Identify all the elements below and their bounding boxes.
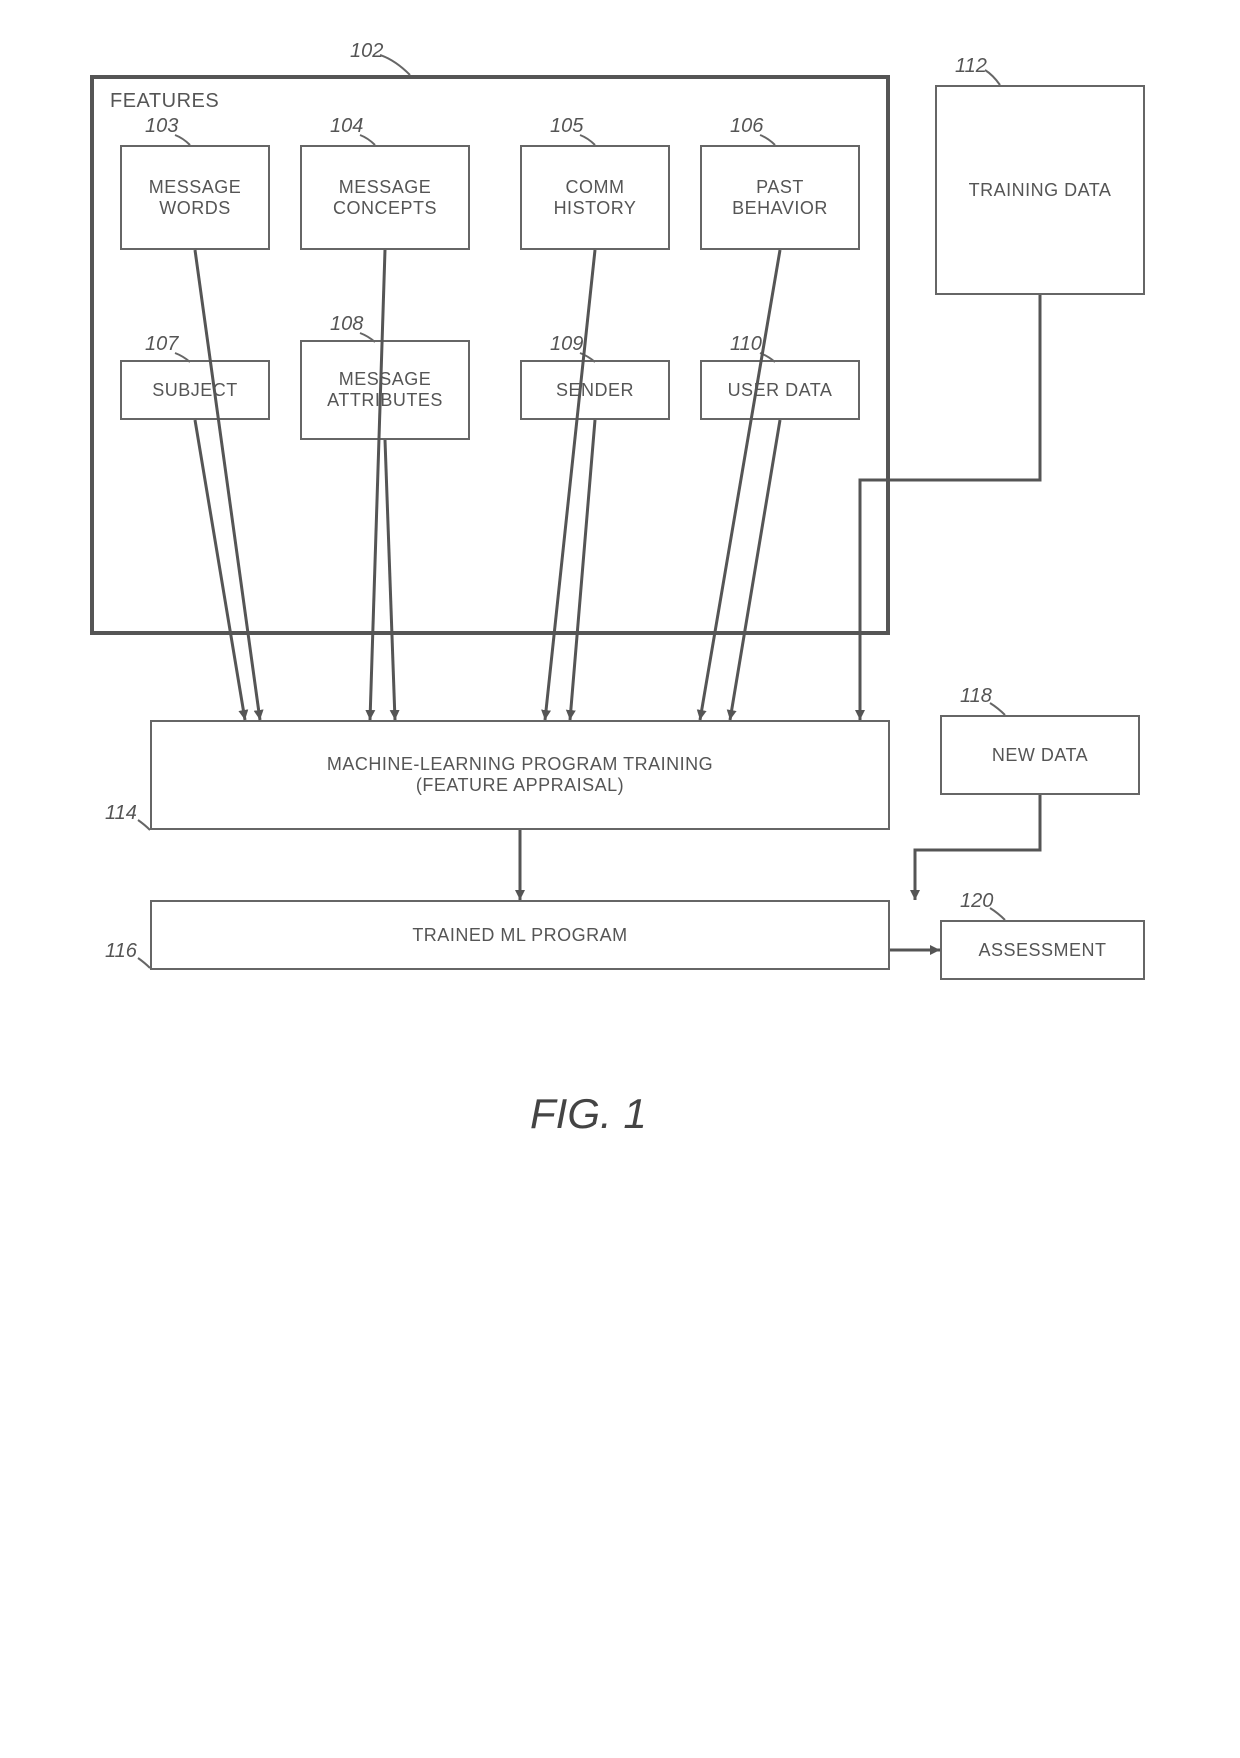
user-data-box: USER DATA — [700, 360, 860, 420]
leader-116 — [138, 958, 150, 968]
ref-118: 118 — [960, 685, 992, 708]
leader-114 — [138, 820, 150, 830]
message-words-text: MESSAGE WORDS — [126, 177, 264, 219]
arrow-newdata-trained — [915, 795, 1040, 900]
leader-102 — [380, 55, 410, 75]
ml-training-line2: (FEATURE APPRAISAL) — [416, 775, 624, 796]
comm-history-box: COMM HISTORY — [520, 145, 670, 250]
ml-training-box: MACHINE-LEARNING PROGRAM TRAINING (FEATU… — [150, 720, 890, 830]
message-attributes-box: MESSAGE ATTRIBUTES — [300, 340, 470, 440]
ref-109: 109 — [550, 333, 583, 356]
ref-120: 120 — [960, 890, 993, 913]
comm-history-text: COMM HISTORY — [526, 177, 664, 219]
message-attributes-text: MESSAGE ATTRIBUTES — [306, 369, 464, 411]
ml-training-line1: MACHINE-LEARNING PROGRAM TRAINING — [327, 754, 713, 775]
training-data-box: TRAINING DATA — [935, 85, 1145, 295]
sender-box: SENDER — [520, 360, 670, 420]
ref-105: 105 — [550, 115, 583, 138]
trained-ml-text: TRAINED ML PROGRAM — [412, 925, 627, 946]
assessment-box: ASSESSMENT — [940, 920, 1145, 980]
ref-104: 104 — [330, 115, 363, 138]
message-words-box: MESSAGE WORDS — [120, 145, 270, 250]
trained-ml-box: TRAINED ML PROGRAM — [150, 900, 890, 970]
message-concepts-box: MESSAGE CONCEPTS — [300, 145, 470, 250]
ref-103: 103 — [145, 115, 178, 138]
features-title: FEATURES — [110, 90, 219, 113]
subject-box: SUBJECT — [120, 360, 270, 420]
new-data-box: NEW DATA — [940, 715, 1140, 795]
user-data-text: USER DATA — [728, 380, 833, 401]
new-data-text: NEW DATA — [992, 745, 1088, 766]
ref-106: 106 — [730, 115, 763, 138]
ref-102: 102 — [350, 40, 383, 63]
subject-text: SUBJECT — [152, 380, 238, 401]
ref-108: 108 — [330, 313, 363, 336]
ref-110: 110 — [730, 333, 762, 356]
ref-107: 107 — [145, 333, 178, 356]
past-behavior-text: PAST BEHAVIOR — [706, 177, 854, 219]
leader-118 — [990, 703, 1005, 715]
figure-label: FIG. 1 — [530, 1090, 647, 1138]
leader-112 — [985, 70, 1000, 85]
training-data-text: TRAINING DATA — [969, 180, 1112, 201]
ref-116: 116 — [105, 940, 137, 963]
ref-112: 112 — [955, 55, 987, 78]
past-behavior-box: PAST BEHAVIOR — [700, 145, 860, 250]
assessment-text: ASSESSMENT — [978, 940, 1106, 961]
message-concepts-text: MESSAGE CONCEPTS — [306, 177, 464, 219]
sender-text: SENDER — [556, 380, 634, 401]
ref-114: 114 — [105, 802, 137, 825]
diagram-canvas: FEATURES MESSAGE WORDS MESSAGE CONCEPTS … — [0, 0, 1240, 1758]
